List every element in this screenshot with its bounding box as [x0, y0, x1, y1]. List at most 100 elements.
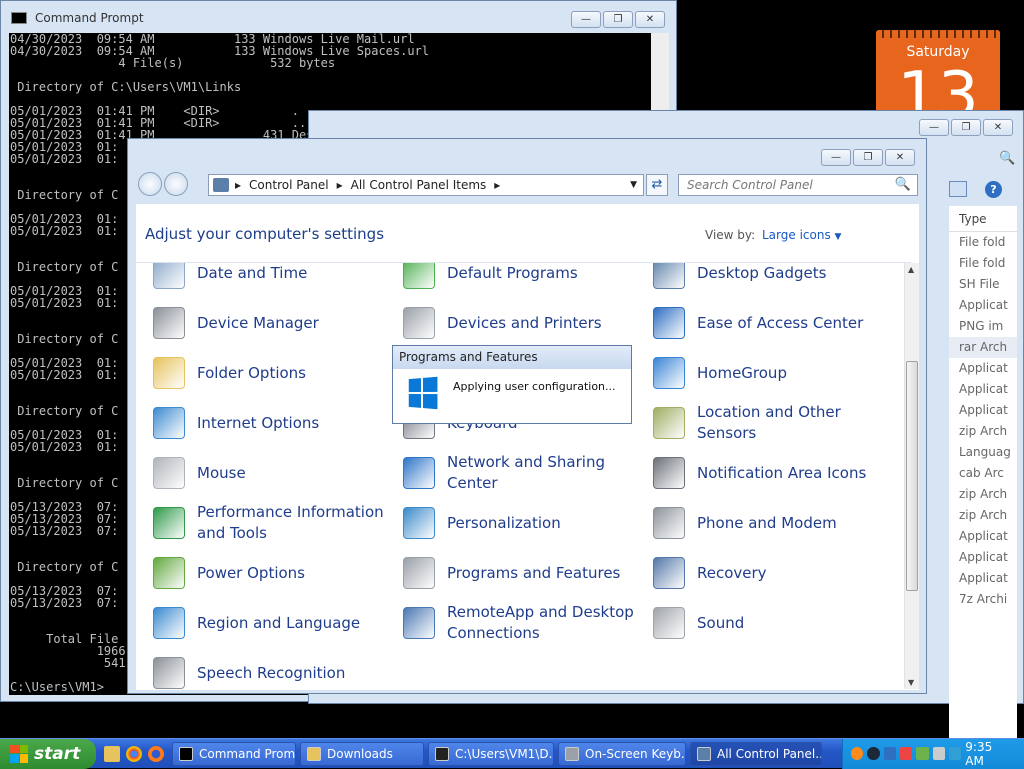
explorer-file-list[interactable]: Type File fold File fold SH File Applicat PN…: [949, 206, 1017, 746]
cp-item-speech-recognition[interactable]: Speech Recognition: [153, 651, 388, 689]
cp-item-phone-and-modem[interactable]: Phone and Modem: [653, 501, 888, 545]
cmd-line: 4 File(s) 532 bytes: [10, 56, 336, 70]
list-item[interactable]: Applicat: [949, 526, 1017, 547]
maximize-button[interactable]: ❐: [603, 11, 633, 28]
column-header-type[interactable]: Type: [949, 206, 1017, 232]
network-icon[interactable]: [883, 747, 896, 760]
cp-scrollbar[interactable]: ▲ ▼: [904, 263, 919, 689]
firefox-icon[interactable]: [148, 745, 164, 762]
cp-item-desktop-gadgets[interactable]: Desktop Gadgets: [653, 263, 888, 295]
cp-item-homegroup[interactable]: HomeGroup: [653, 351, 888, 395]
list-item[interactable]: zip Arch: [949, 505, 1017, 526]
list-item[interactable]: Applicat: [949, 400, 1017, 421]
cp-item-notification-area-icons[interactable]: Notification Area Icons: [653, 451, 888, 495]
list-item[interactable]: Applicat: [949, 358, 1017, 379]
taskbar-item[interactable]: On-Screen Keyb...: [558, 741, 686, 766]
search-icon[interactable]: [851, 747, 864, 760]
list-item[interactable]: 7z Archi: [949, 589, 1017, 610]
taskbar-item[interactable]: C:\Users\VM1\D...: [428, 741, 554, 766]
printer-icon: [403, 307, 435, 339]
breadcrumb-all-items[interactable]: All Control Panel Items: [351, 178, 487, 192]
list-item[interactable]: Applicat: [949, 547, 1017, 568]
list-item[interactable]: File fold: [949, 232, 1017, 253]
cp-item-personalization[interactable]: Personalization: [403, 501, 638, 545]
list-item[interactable]: zip Arch: [949, 421, 1017, 442]
address-bar[interactable]: ▸ Control Panel ▸ All Control Panel Item…: [208, 174, 644, 196]
refresh-button[interactable]: ⇄: [646, 174, 668, 196]
list-item[interactable]: Applicat: [949, 568, 1017, 589]
volume-icon[interactable]: [932, 747, 945, 760]
close-button[interactable]: ✕: [885, 149, 915, 166]
search-icon[interactable]: 🔍: [895, 177, 911, 192]
cp-item-internet-options[interactable]: Internet Options: [153, 401, 388, 445]
maximize-button[interactable]: ❐: [951, 119, 981, 136]
device-manager-icon: [153, 307, 185, 339]
list-item[interactable]: File fold: [949, 253, 1017, 274]
list-item[interactable]: Applicat: [949, 379, 1017, 400]
minimize-button[interactable]: —: [821, 149, 851, 166]
security-icon[interactable]: [899, 747, 913, 760]
start-button[interactable]: start: [0, 738, 96, 769]
list-item[interactable]: cab Arc: [949, 463, 1017, 484]
taskbar-item[interactable]: All Control Panel...: [690, 741, 822, 766]
list-item[interactable]: rar Arch: [949, 337, 1017, 358]
help-icon[interactable]: ?: [985, 181, 1002, 198]
cp-item-power-options[interactable]: Power Options: [153, 551, 388, 595]
steam-icon[interactable]: [867, 747, 880, 760]
cp-item-region-and-language[interactable]: Region and Language: [153, 601, 388, 645]
list-item[interactable]: SH File: [949, 274, 1017, 295]
minimize-button[interactable]: —: [919, 119, 949, 136]
clock[interactable]: 9:35 AM: [965, 740, 1012, 768]
cp-item-remoteapp-and-desktop-connections[interactable]: RemoteApp and Desktop Connections: [403, 601, 638, 645]
search-icon[interactable]: 🔍: [999, 151, 1015, 166]
cp-item-network-and-sharing-center[interactable]: Network and Sharing Center: [403, 451, 638, 495]
chrome-icon[interactable]: [126, 745, 142, 762]
preview-pane-icon[interactable]: [949, 181, 967, 197]
calendar-date: 13: [897, 59, 979, 114]
search-input[interactable]: Search Control Panel 🔍: [678, 174, 918, 196]
cp-item-performance-information-and-tools[interactable]: Performance Information and Tools: [153, 501, 388, 545]
scroll-down-icon[interactable]: ▼: [908, 678, 914, 687]
close-button[interactable]: ✕: [635, 11, 665, 28]
cp-item-folder-options[interactable]: Folder Options: [153, 351, 388, 395]
cp-item-devices-and-printers[interactable]: Devices and Printers: [403, 301, 638, 345]
programs-features-dialog[interactable]: Programs and Features Applying user conf…: [392, 345, 632, 424]
scroll-up-icon[interactable]: ▲: [908, 265, 914, 274]
list-item[interactable]: PNG im: [949, 316, 1017, 337]
performance-icon: [153, 507, 185, 539]
view-by-dropdown[interactable]: Large icons ▼: [762, 228, 841, 242]
minimize-button[interactable]: —: [571, 11, 601, 28]
forward-button[interactable]: [164, 172, 188, 196]
folder-icon: [307, 746, 321, 761]
cp-item-device-manager[interactable]: Device Manager: [153, 301, 388, 345]
cp-item-date-and-time[interactable]: Date and Time: [153, 263, 388, 295]
cp-item-programs-and-features[interactable]: Programs and Features: [403, 551, 638, 595]
calendar-gadget[interactable]: Saturday 13: [876, 30, 1000, 114]
battery-icon[interactable]: [916, 747, 929, 760]
close-button[interactable]: ✕: [983, 119, 1013, 136]
back-button[interactable]: [138, 172, 162, 196]
cp-item-ease-of-access-center[interactable]: Ease of Access Center: [653, 301, 888, 345]
list-item[interactable]: Languag: [949, 442, 1017, 463]
folder-icon[interactable]: [104, 745, 120, 762]
taskbar-item[interactable]: Downloads: [300, 741, 424, 766]
cp-item-sound[interactable]: Sound: [653, 601, 888, 645]
address-dropdown-icon[interactable]: ▼: [630, 180, 637, 190]
breadcrumb-control-panel[interactable]: Control Panel: [249, 178, 329, 192]
scrollbar-thumb[interactable]: [906, 361, 918, 591]
ease-of-access-icon: [653, 307, 685, 339]
maximize-button[interactable]: ❐: [853, 149, 883, 166]
homegroup-icon: [653, 357, 685, 389]
cp-item-location-and-other-sensors[interactable]: Location and Other Sensors: [653, 401, 888, 445]
taskbar-item[interactable]: Command Prompt: [172, 741, 296, 766]
cp-item-recovery[interactable]: Recovery: [653, 551, 888, 595]
display-icon[interactable]: [948, 747, 962, 760]
control-panel-items: Date and Time Default Programs Desktop Gad…: [128, 263, 904, 689]
list-item[interactable]: zip Arch: [949, 484, 1017, 505]
personalization-icon: [403, 507, 435, 539]
breadcrumb-separator-icon: ▸: [494, 178, 501, 192]
cp-item-mouse[interactable]: Mouse: [153, 451, 388, 495]
cp-item-default-programs[interactable]: Default Programs: [403, 263, 638, 295]
windows-logo-icon: [408, 376, 438, 410]
list-item[interactable]: Applicat: [949, 295, 1017, 316]
